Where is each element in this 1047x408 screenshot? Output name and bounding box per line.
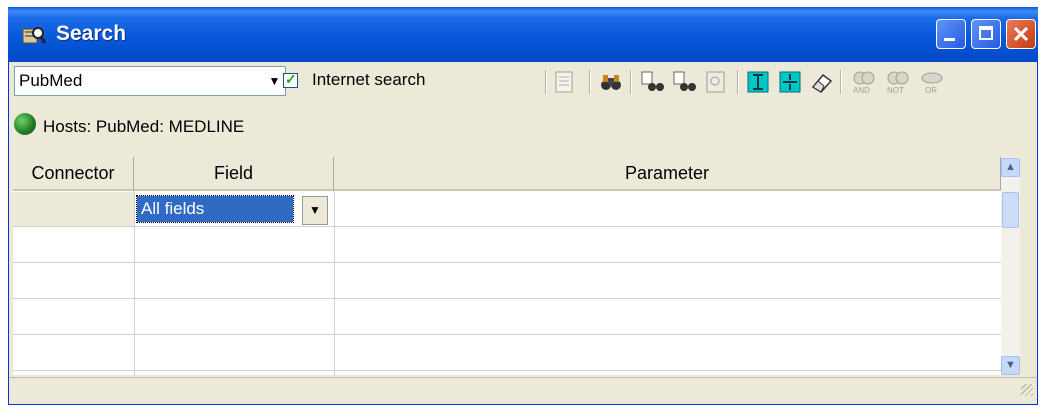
svg-text:AND: AND: [853, 86, 870, 94]
document-icon[interactable]: [553, 70, 577, 94]
field-select[interactable]: All fields: [136, 195, 294, 223]
title-bar[interactable]: Search: [8, 7, 1038, 62]
maximize-button[interactable]: [971, 19, 1001, 49]
checkmark-icon: ✓: [285, 71, 297, 87]
search-grid[interactable]: Connector Field Parameter: [13, 157, 1020, 375]
toolbar-separator: [737, 70, 739, 94]
column-divider: [134, 191, 135, 375]
insert-row-icon[interactable]: [746, 70, 770, 94]
search-app-icon: [22, 27, 46, 44]
svg-text:NOT: NOT: [887, 86, 904, 94]
maximize-icon: [979, 26, 993, 40]
scroll-up-icon[interactable]: ▲: [1001, 158, 1020, 177]
column-header-parameter[interactable]: Parameter: [334, 157, 1001, 191]
window-title: Search: [56, 22, 127, 45]
svg-text:OR: OR: [925, 86, 937, 94]
toolbar-separator: [630, 70, 632, 94]
or-icon[interactable]: OR: [918, 70, 946, 94]
row-divider: [13, 262, 1001, 263]
database-combo[interactable]: PubMed ▼: [14, 66, 286, 96]
row-divider: [13, 370, 1001, 371]
and-icon[interactable]: AND: [850, 70, 878, 94]
row-divider: [13, 334, 1001, 335]
chevron-down-icon[interactable]: ▼: [302, 196, 328, 225]
globe-icon: [14, 113, 36, 135]
search-previous-icon[interactable]: [640, 70, 664, 94]
binoculars-icon[interactable]: [599, 70, 623, 94]
scroll-thumb[interactable]: [1002, 192, 1019, 228]
delete-row-icon[interactable]: [778, 70, 802, 94]
search-page-icon[interactable]: [704, 70, 728, 94]
close-button[interactable]: [1006, 19, 1036, 49]
scroll-down-icon[interactable]: ▼: [1001, 356, 1020, 375]
internet-search-checkbox[interactable]: ✓: [283, 71, 298, 88]
column-header-connector[interactable]: Connector: [13, 157, 134, 191]
toolbar-separator: [840, 70, 842, 94]
not-icon[interactable]: NOT: [884, 70, 912, 94]
column-divider: [334, 191, 335, 375]
minimize-button[interactable]: [936, 19, 966, 49]
column-header-field[interactable]: Field: [134, 157, 334, 191]
eraser-icon[interactable]: [810, 70, 834, 94]
database-value: PubMed: [19, 71, 83, 90]
status-bar: [9, 377, 1037, 399]
chevron-down-icon[interactable]: ▼: [266, 71, 283, 91]
vertical-scrollbar[interactable]: [1001, 157, 1020, 375]
row-divider: [13, 226, 1001, 227]
row-divider: [13, 298, 1001, 299]
toolbar-separator: [589, 70, 591, 94]
toolbar-separator: [545, 70, 547, 94]
minimize-icon: [944, 38, 955, 41]
search-next-icon[interactable]: [672, 70, 696, 94]
internet-search-label: Internet search: [312, 70, 426, 89]
resize-grip-icon[interactable]: [1021, 384, 1033, 396]
close-icon: [1013, 26, 1029, 42]
connector-cell-row-1[interactable]: [13, 192, 134, 226]
hosts-label: Hosts: PubMed: MEDLINE: [43, 117, 245, 136]
